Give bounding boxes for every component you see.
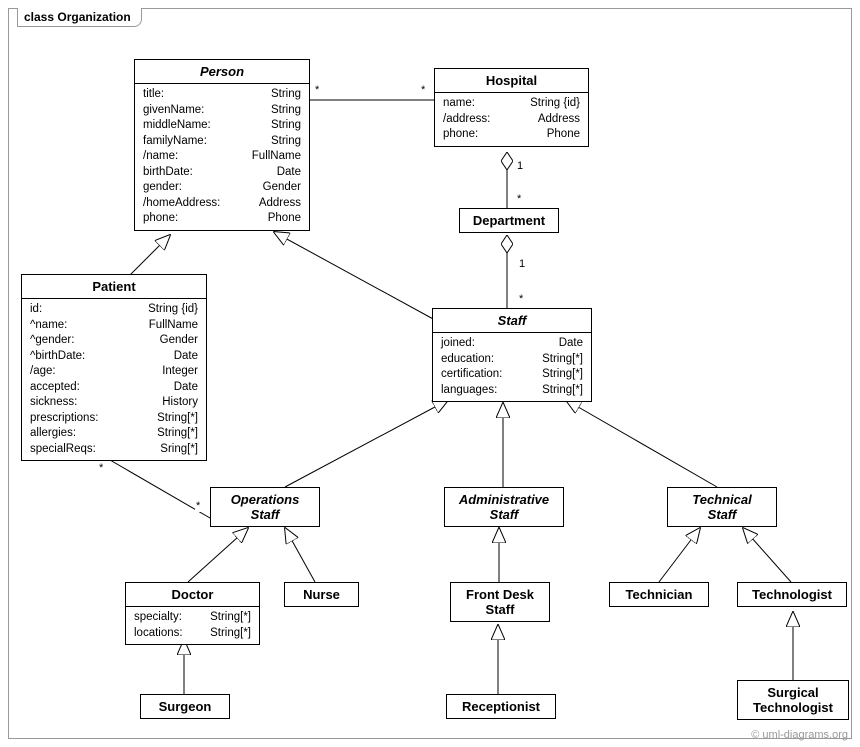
- class-hospital: Hospital name:String {id} /address:Addre…: [434, 68, 589, 147]
- class-operations-staff: Operations Staff: [210, 487, 320, 527]
- class-technologist: Technologist: [737, 582, 847, 607]
- class-administrative-staff: Administrative Staff: [444, 487, 564, 527]
- class-person-attrs: title:String givenName:String middleName…: [135, 84, 309, 230]
- mult-patient-opstaff-left: *: [98, 462, 104, 474]
- class-surgical-technologist: Surgical Technologist: [737, 680, 849, 720]
- mult-hospital-department-top: 1: [516, 160, 524, 172]
- class-nurse-title: Nurse: [285, 583, 358, 606]
- class-doctor-title: Doctor: [126, 583, 259, 607]
- class-patient-attrs: id:String {id} ^name:FullName ^gender:Ge…: [22, 299, 206, 460]
- frame-tab: class Organization: [17, 8, 142, 27]
- class-patient: Patient id:String {id} ^name:FullName ^g…: [21, 274, 207, 461]
- class-technical-staff-title: Technical Staff: [668, 488, 776, 526]
- mult-patient-opstaff-right: *: [195, 500, 201, 512]
- class-surgeon-title: Surgeon: [141, 695, 229, 718]
- mult-person-hospital-right: *: [420, 84, 426, 96]
- class-technologist-title: Technologist: [738, 583, 846, 606]
- class-receptionist-title: Receptionist: [447, 695, 555, 718]
- class-surgeon: Surgeon: [140, 694, 230, 719]
- mult-department-staff-bottom: *: [518, 293, 524, 305]
- class-nurse: Nurse: [284, 582, 359, 607]
- class-hospital-attrs: name:String {id} /address:Address phone:…: [435, 93, 588, 146]
- class-hospital-title: Hospital: [435, 69, 588, 93]
- class-doctor: Doctor specialty:String[*] locations:Str…: [125, 582, 260, 645]
- class-staff: Staff joined:Date education:String[*] ce…: [432, 308, 592, 402]
- class-department: Department: [459, 208, 559, 233]
- class-doctor-attrs: specialty:String[*] locations:String[*]: [126, 607, 259, 644]
- class-technician: Technician: [609, 582, 709, 607]
- class-operations-staff-title: Operations Staff: [211, 488, 319, 526]
- class-technician-title: Technician: [610, 583, 708, 606]
- class-technical-staff: Technical Staff: [667, 487, 777, 527]
- class-surgical-technologist-title: Surgical Technologist: [738, 681, 848, 719]
- class-staff-title: Staff: [433, 309, 591, 333]
- class-staff-attrs: joined:Date education:String[*] certific…: [433, 333, 591, 401]
- class-front-desk-staff-title: Front Desk Staff: [451, 583, 549, 621]
- class-receptionist: Receptionist: [446, 694, 556, 719]
- class-patient-title: Patient: [22, 275, 206, 299]
- mult-person-hospital-left: *: [314, 84, 320, 96]
- class-person: Person title:String givenName:String mid…: [134, 59, 310, 231]
- copyright-text: © uml-diagrams.org: [751, 729, 848, 741]
- class-administrative-staff-title: Administrative Staff: [445, 488, 563, 526]
- class-front-desk-staff: Front Desk Staff: [450, 582, 550, 622]
- mult-hospital-department-bottom: *: [516, 193, 522, 205]
- mult-department-staff-top: 1: [518, 258, 526, 270]
- class-department-title: Department: [460, 209, 558, 232]
- class-person-title: Person: [135, 60, 309, 84]
